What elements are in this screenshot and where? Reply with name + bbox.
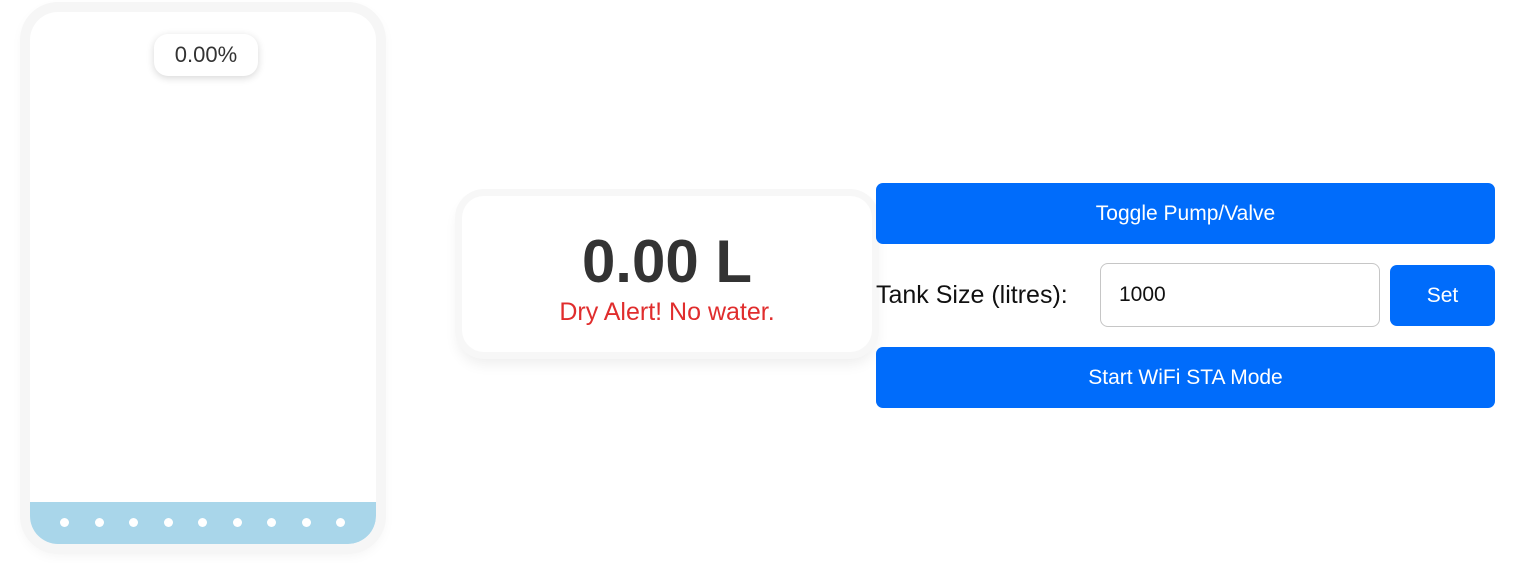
set-tank-size-button[interactable]: Set — [1390, 265, 1495, 326]
water-bubbles — [60, 518, 345, 527]
bubble-icon — [336, 518, 345, 527]
volume-card: 0.00 L Dry Alert! No water. — [462, 196, 872, 352]
tank-size-input[interactable] — [1100, 263, 1380, 327]
tank-percent-badge: 0.00% — [154, 34, 258, 76]
bubble-icon — [267, 518, 276, 527]
page: 0.00% 0.00 L Dry Alert! No water. Toggle… — [0, 0, 1517, 563]
start-wifi-sta-button[interactable]: Start WiFi STA Mode — [876, 347, 1495, 408]
bubble-icon — [301, 518, 311, 527]
bubble-icon — [60, 518, 69, 527]
tank-water-level — [30, 502, 376, 544]
bubble-icon — [163, 518, 173, 527]
bubble-icon — [198, 518, 207, 527]
volume-value: 0.00 L — [581, 228, 753, 295]
dry-alert-text: Dry Alert! No water. — [559, 298, 775, 326]
bubble-icon — [232, 518, 242, 527]
water-tank: 0.00% — [30, 12, 376, 544]
bubble-icon — [94, 518, 104, 527]
bubble-icon — [129, 518, 138, 527]
toggle-pump-valve-button[interactable]: Toggle Pump/Valve — [876, 183, 1495, 244]
tank-size-label: Tank Size (litres): — [876, 281, 1068, 309]
